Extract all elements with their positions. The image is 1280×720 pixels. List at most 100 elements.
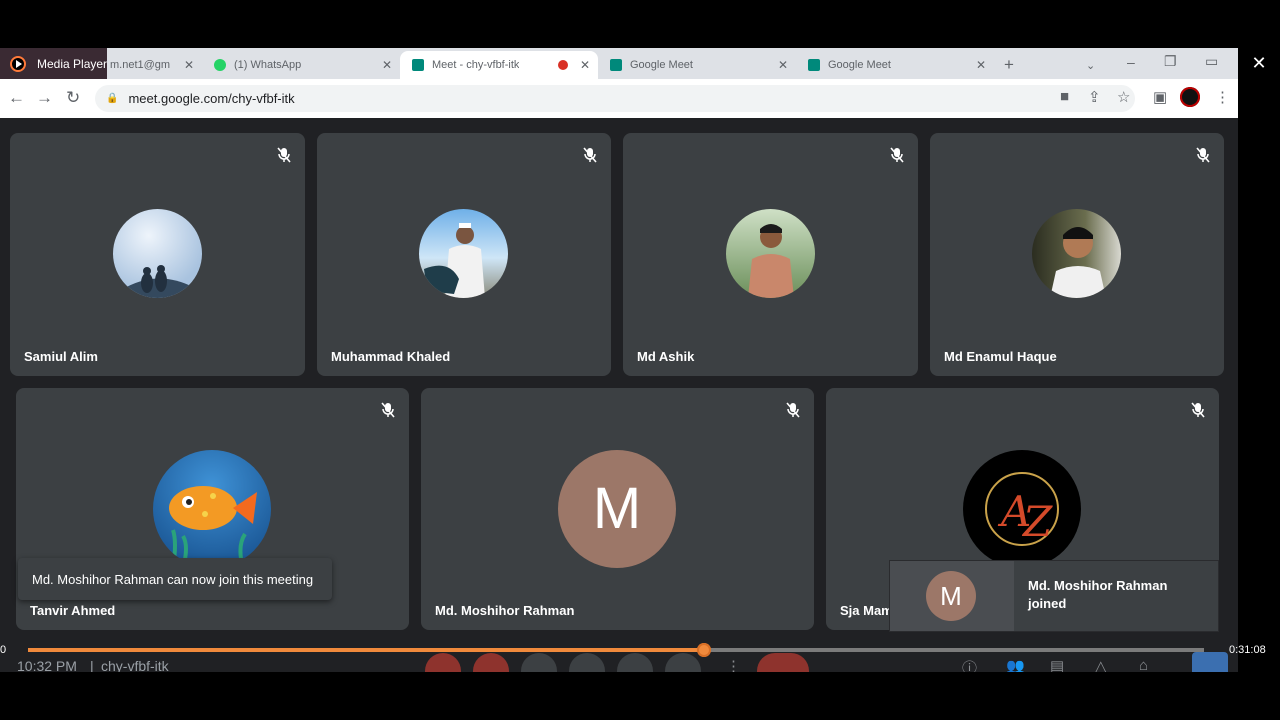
- meeting-code: chy-vfbf-itk: [101, 658, 169, 672]
- close-icon[interactable]: ✕: [382, 58, 392, 72]
- meet-icon: [412, 59, 424, 71]
- svg-text:Z: Z: [1021, 497, 1053, 546]
- admit-toast: Md. Moshihor Rahman can now join this me…: [18, 558, 332, 600]
- notification-avatar: M: [926, 571, 976, 621]
- participant-tile[interactable]: Md Enamul Haque: [930, 133, 1224, 376]
- meet-icon: [808, 59, 820, 71]
- close-window-icon[interactable]: ✕: [1238, 48, 1280, 79]
- tab-google-meet-2[interactable]: Google Meet ✕: [796, 51, 994, 79]
- reload-icon[interactable]: ↻: [66, 88, 80, 108]
- address-bar[interactable]: 🔒 meet.google.com/chy-vfbf-itk: [95, 85, 1135, 112]
- mic-button[interactable]: [425, 653, 461, 672]
- seek-progress: [28, 648, 705, 652]
- chat-icon[interactable]: ▤: [1050, 657, 1064, 672]
- participant-name: Samiul Alim: [24, 349, 98, 364]
- separator: |: [90, 658, 94, 672]
- toast-text: Md. Moshihor Rahman can now join this me…: [32, 571, 314, 587]
- join-notification: M Md. Moshihor Rahman joined: [890, 561, 1218, 631]
- mic-off-icon: [890, 147, 904, 163]
- tab-search-icon[interactable]: ⌄: [1086, 51, 1100, 79]
- participant-tile[interactable]: Md Ashik: [623, 133, 918, 376]
- close-icon[interactable]: ✕: [778, 58, 788, 72]
- mic-off-icon: [786, 402, 800, 418]
- mic-off-icon: [381, 402, 395, 418]
- self-view-button[interactable]: [1192, 652, 1228, 672]
- mic-off-icon: [583, 147, 597, 163]
- lock-icon: 🔒: [106, 93, 119, 104]
- forward-icon[interactable]: →: [36, 88, 53, 108]
- avatar-a-to-z-logo: AZ: [963, 450, 1081, 568]
- notification-text: Md. Moshihor Rahman joined: [1028, 578, 1168, 611]
- menu-icon[interactable]: ⋮: [1215, 88, 1230, 106]
- notification-avatar-panel: M: [890, 561, 1014, 631]
- present-button[interactable]: [617, 653, 653, 672]
- participant-tile[interactable]: Samiul Alim: [10, 133, 305, 376]
- tab-title: Google Meet: [828, 59, 891, 71]
- activities-icon[interactable]: △: [1095, 657, 1107, 672]
- share-icon[interactable]: ⇪: [1088, 88, 1101, 106]
- tab-gmail[interactable]: m.net1@gm ✕: [110, 51, 202, 79]
- more-options-icon[interactable]: ⋮: [726, 657, 741, 672]
- media-player-titlebar: Media Player: [0, 48, 108, 79]
- tab-title: (1) WhatsApp: [234, 59, 302, 71]
- avatar-photo: [419, 209, 508, 298]
- url-text: meet.google.com/chy-vfbf-itk: [128, 91, 295, 106]
- total-duration: 0:31:08: [1229, 644, 1266, 656]
- tab-title: Google Meet: [630, 59, 693, 71]
- camera-icon[interactable]: ■: [1060, 88, 1069, 105]
- participant-name: Muhammad Khaled: [331, 349, 451, 364]
- address-bar-row: ← → ↻ 🔒 meet.google.com/chy-vfbf-itk ■ ⇪…: [0, 79, 1238, 118]
- new-tab-button[interactable]: +: [1004, 51, 1024, 79]
- participant-tile[interactable]: Muhammad Khaled: [317, 133, 611, 376]
- recording-icon: [558, 60, 568, 70]
- profile-avatar[interactable]: [1180, 87, 1200, 107]
- mic-off-icon: [1191, 402, 1205, 418]
- info-icon[interactable]: ⓘ: [962, 657, 977, 672]
- avatar-birds: [113, 209, 202, 298]
- elapsed-time: 0: [0, 644, 7, 656]
- restore-icon[interactable]: ❐: [1164, 53, 1177, 84]
- avatar-fish: [153, 450, 271, 568]
- participant-name: Md. Moshihor Rahman: [435, 603, 575, 618]
- participant-name: Tanvir Ahmed: [30, 603, 116, 618]
- mic-off-icon: [277, 147, 291, 163]
- close-icon[interactable]: ✕: [580, 58, 590, 72]
- participant-tile[interactable]: M Md. Moshihor Rahman: [421, 388, 814, 630]
- avatar-photo: [1032, 209, 1121, 298]
- maximize-icon[interactable]: ▭: [1205, 53, 1218, 84]
- close-icon[interactable]: ✕: [184, 58, 194, 72]
- close-icon[interactable]: ✕: [976, 58, 986, 72]
- people-icon[interactable]: 👥: [1006, 657, 1025, 672]
- tab-meet-active[interactable]: Meet - chy-vfbf-itk ✕: [400, 51, 598, 79]
- browser-window: m.net1@gm ✕ (1) WhatsApp ✕ Meet - chy-vf…: [0, 48, 1238, 118]
- emoji-button[interactable]: [569, 653, 605, 672]
- camera-button[interactable]: [473, 653, 509, 672]
- captions-button[interactable]: [521, 653, 557, 672]
- media-player-icon: [10, 55, 26, 72]
- media-seek-bar[interactable]: [28, 643, 1204, 657]
- host-controls-icon[interactable]: ⌂: [1139, 657, 1148, 672]
- tab-title: Meet - chy-vfbf-itk: [432, 59, 520, 71]
- minimize-icon[interactable]: –: [1127, 54, 1135, 85]
- participant-name: Sja Mam: [840, 603, 893, 618]
- side-panel-icon[interactable]: ▣: [1153, 88, 1167, 106]
- mic-off-icon: [1196, 147, 1210, 163]
- media-player-title: Media Player: [37, 56, 108, 71]
- tab-google-meet[interactable]: Google Meet ✕: [598, 51, 796, 79]
- whatsapp-icon: [214, 59, 226, 71]
- avatar-letter: M: [558, 450, 676, 568]
- participant-name: Md Enamul Haque: [944, 349, 1057, 364]
- tab-title: m.net1@gm: [110, 59, 171, 71]
- meet-video-grid: Samiul Alim Muhammad Khaled Md Ashik Md …: [0, 118, 1238, 648]
- meet-icon: [610, 59, 622, 71]
- leave-call-button[interactable]: [757, 653, 809, 672]
- meeting-time: 10:32 PM: [17, 658, 77, 672]
- star-icon[interactable]: ☆: [1117, 88, 1130, 106]
- raise-hand-button[interactable]: [665, 653, 701, 672]
- top-letterbox: [0, 0, 1280, 48]
- back-icon[interactable]: ←: [8, 88, 25, 108]
- tab-strip: m.net1@gm ✕ (1) WhatsApp ✕ Meet - chy-vf…: [0, 48, 1238, 79]
- tab-whatsapp[interactable]: (1) WhatsApp ✕: [202, 51, 400, 79]
- participant-name: Md Ashik: [637, 349, 695, 364]
- avatar-photo: [726, 209, 815, 298]
